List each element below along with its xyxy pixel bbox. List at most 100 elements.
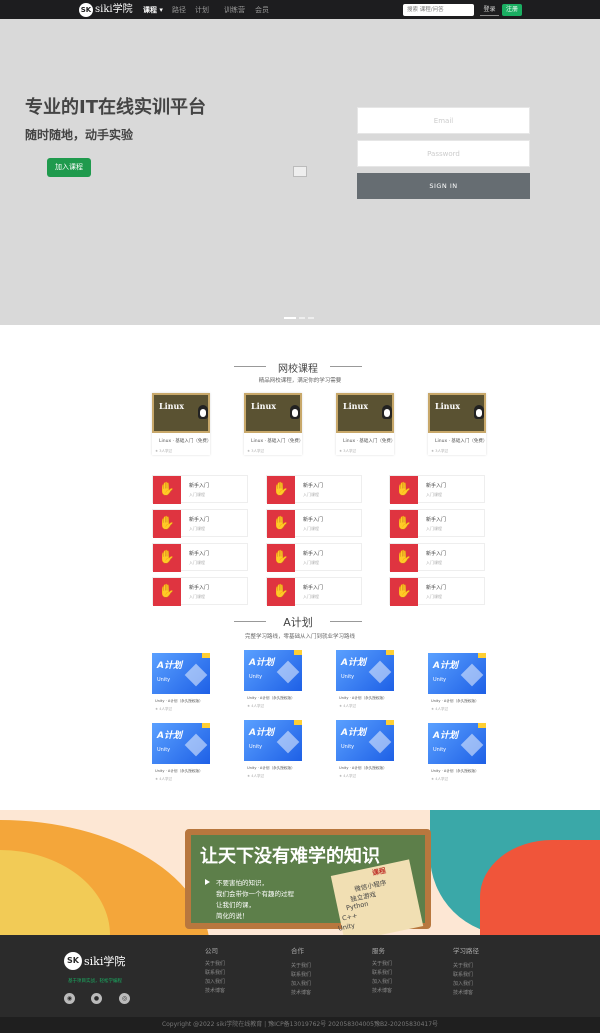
course-card[interactable]: Linux Linux · 基础入门（免费） ★ 3人学过 [336, 393, 396, 455]
plan-card[interactable]: A计划 Unity Unity · A计划（永久授权版） ★ 4人学过 [244, 720, 302, 780]
hero-title: 专业的IT在线实训平台 [25, 97, 206, 118]
school-section-title: 网校课程 [278, 364, 318, 375]
search-input[interactable]: 搜索 课程/问答 [403, 4, 474, 16]
join-course-button[interactable]: 加入课程 [47, 158, 91, 177]
carousel-dot-1[interactable] [284, 317, 296, 319]
sign-in-button[interactable]: SIGN IN [357, 173, 530, 199]
footer-link[interactable]: 关于我们 [372, 960, 392, 967]
course-meta: ★ 3人学过 [431, 449, 448, 453]
section-divider-left [234, 366, 266, 367]
ok-hand-icon: ✋ [390, 476, 418, 504]
course-meta: ★ 3人学过 [339, 449, 356, 453]
plan-card[interactable]: A计划 Unity Unity · A计划（永久授权版） ★ 4人学过 [244, 650, 302, 710]
hero-subtitle: 随时随地，动手实验 [25, 128, 134, 142]
nav-item-courses[interactable]: 课程 ▾ [143, 5, 163, 15]
ok-hand-icon: ✋ [267, 510, 295, 538]
list-item[interactable]: ✋ 新手入门 入门课程 [266, 475, 362, 504]
plan-thumbnail: A计划 Unity [428, 723, 486, 764]
plan-thumbnail: A计划 Unity [152, 653, 210, 694]
footer-link[interactable]: 联系我们 [205, 969, 225, 976]
logo-badge[interactable]: SK [79, 3, 93, 17]
nav-item-camp[interactable]: 训练营 [224, 5, 245, 15]
register-button[interactable]: 注册 [502, 4, 522, 16]
footer-col-head: 服务 [372, 947, 385, 955]
footer-logo-badge: SK [64, 952, 82, 970]
course-card[interactable]: Linux Linux · 基础入门（免费） ★ 3人学过 [428, 393, 488, 455]
footer-link[interactable]: 联系我们 [291, 971, 311, 978]
banner-line: 简化的说！ [216, 912, 249, 920]
cube-icon [184, 733, 208, 757]
carousel-dot-3[interactable] [308, 317, 314, 319]
ok-hand-icon: ✋ [153, 544, 181, 572]
list-item[interactable]: ✋ 新手入门 入门课程 [266, 509, 362, 538]
nav-item-path[interactable]: 路径 [172, 5, 186, 15]
course-thumbnail: Linux [428, 393, 486, 433]
footer-slogan: 基于项目实战，轻松学编程 [68, 979, 122, 984]
footer-logo-text: siki学院 [84, 955, 126, 968]
plan-thumbnail: A计划 Unity [336, 650, 394, 691]
course-caption: Linux · 基础入门（免费） [435, 439, 488, 444]
logo-text[interactable]: siki学院 [95, 3, 133, 17]
plan-card[interactable]: A计划 Unity Unity · A计划（永久授权版） ★ 4人学过 [428, 723, 486, 783]
footer-link[interactable]: 联系我们 [372, 969, 392, 976]
list-item[interactable]: ✋ 新手入门 入门课程 [152, 577, 248, 606]
list-item[interactable]: ✋ 新手入门 入门课程 [152, 543, 248, 572]
list-item[interactable]: ✋ 新手入门 入门课程 [389, 577, 485, 606]
course-thumbnail: Linux [336, 393, 394, 433]
plan-card[interactable]: A计划 Unity Unity · A计划（永久授权版） ★ 4人学过 [428, 653, 486, 713]
footer-link[interactable]: 加入我们 [372, 978, 392, 985]
ok-hand-icon: ✋ [390, 510, 418, 538]
footer-link[interactable]: 加入我们 [291, 980, 311, 987]
plan-thumbnail: A计划 Unity [152, 723, 210, 764]
page: SK siki学院 课程 ▾ 路径 计划 训练营 会员 搜索 课程/问答 登录 … [0, 0, 600, 1033]
course-card[interactable]: Linux Linux · 基础入门（免费） ★ 3人学过 [244, 393, 304, 455]
course-caption: Linux · 基础入门（免费） [343, 439, 396, 444]
password-field[interactable]: Password [357, 140, 530, 167]
cube-icon [460, 663, 484, 687]
nav-item-member[interactable]: 会员 [255, 5, 269, 15]
footer-link[interactable]: 加入我们 [453, 980, 473, 987]
footer-col-head: 学习路径 [453, 947, 479, 955]
footer-link[interactable]: 联系我们 [453, 971, 473, 978]
footer-link[interactable]: 关于我们 [291, 962, 311, 969]
carousel-dot-2[interactable] [299, 317, 305, 319]
footer-link[interactable]: 技术博客 [291, 989, 311, 996]
email-field[interactable]: Email [357, 107, 530, 134]
ok-hand-icon: ✋ [153, 510, 181, 538]
footer-link[interactable]: 关于我们 [205, 960, 225, 967]
plan-card[interactable]: A计划 Unity Unity · A计划（永久授权版） ★ 4人学过 [336, 650, 394, 710]
plan-section-title: A计划 [283, 616, 313, 629]
weibo-icon[interactable]: ◎ [119, 993, 130, 1004]
footer-link[interactable]: 技术博客 [205, 987, 225, 994]
plan-card[interactable]: A计划 Unity Unity · A计划（永久授权版） ★ 4人学过 [152, 653, 210, 713]
login-button[interactable]: 登录 [480, 4, 499, 16]
footer-col-head: 公司 [205, 947, 218, 955]
course-caption: Linux · 基础入门（免费） [251, 439, 304, 444]
footer-link[interactable]: 技术博客 [453, 989, 473, 996]
nav-item-plan[interactable]: 计划 [195, 5, 209, 15]
list-item[interactable]: ✋ 新手入门 入门课程 [389, 543, 485, 572]
footer-link[interactable]: 加入我们 [205, 978, 225, 985]
plan-thumbnail: A计划 Unity [336, 720, 394, 761]
course-thumbnail: Linux [244, 393, 302, 433]
footer-col-head: 合作 [291, 947, 304, 955]
list-item[interactable]: ✋ 新手入门 入门课程 [389, 475, 485, 504]
footer-link[interactable]: 技术博客 [372, 987, 392, 994]
banner-title: 让天下没有难学的知识 [200, 846, 380, 867]
plan-thumbnail: A计划 Unity [244, 720, 302, 761]
list-item[interactable]: ✋ 新手入门 入门课程 [152, 475, 248, 504]
wechat-icon[interactable]: ◉ [64, 993, 75, 1004]
qq-icon[interactable]: ● [91, 993, 102, 1004]
cube-icon [276, 660, 300, 684]
plan-card[interactable]: A计划 Unity Unity · A计划（永久授权版） ★ 4人学过 [152, 723, 210, 783]
footer-link[interactable]: 关于我们 [453, 962, 473, 969]
course-card[interactable]: Linux Linux · 基础入门（免费） ★ 3人学过 [152, 393, 212, 455]
list-item[interactable]: ✋ 新手入门 入门课程 [389, 509, 485, 538]
plan-card[interactable]: A计划 Unity Unity · A计划（永久授权版） ★ 4人学过 [336, 720, 394, 780]
ok-hand-icon: ✋ [267, 578, 295, 606]
course-caption: Linux · 基础入门（免费） [159, 439, 212, 444]
list-item[interactable]: ✋ 新手入门 入门课程 [152, 509, 248, 538]
list-item[interactable]: ✋ 新手入门 入门课程 [266, 543, 362, 572]
cube-icon [368, 660, 392, 684]
list-item[interactable]: ✋ 新手入门 入门课程 [266, 577, 362, 606]
